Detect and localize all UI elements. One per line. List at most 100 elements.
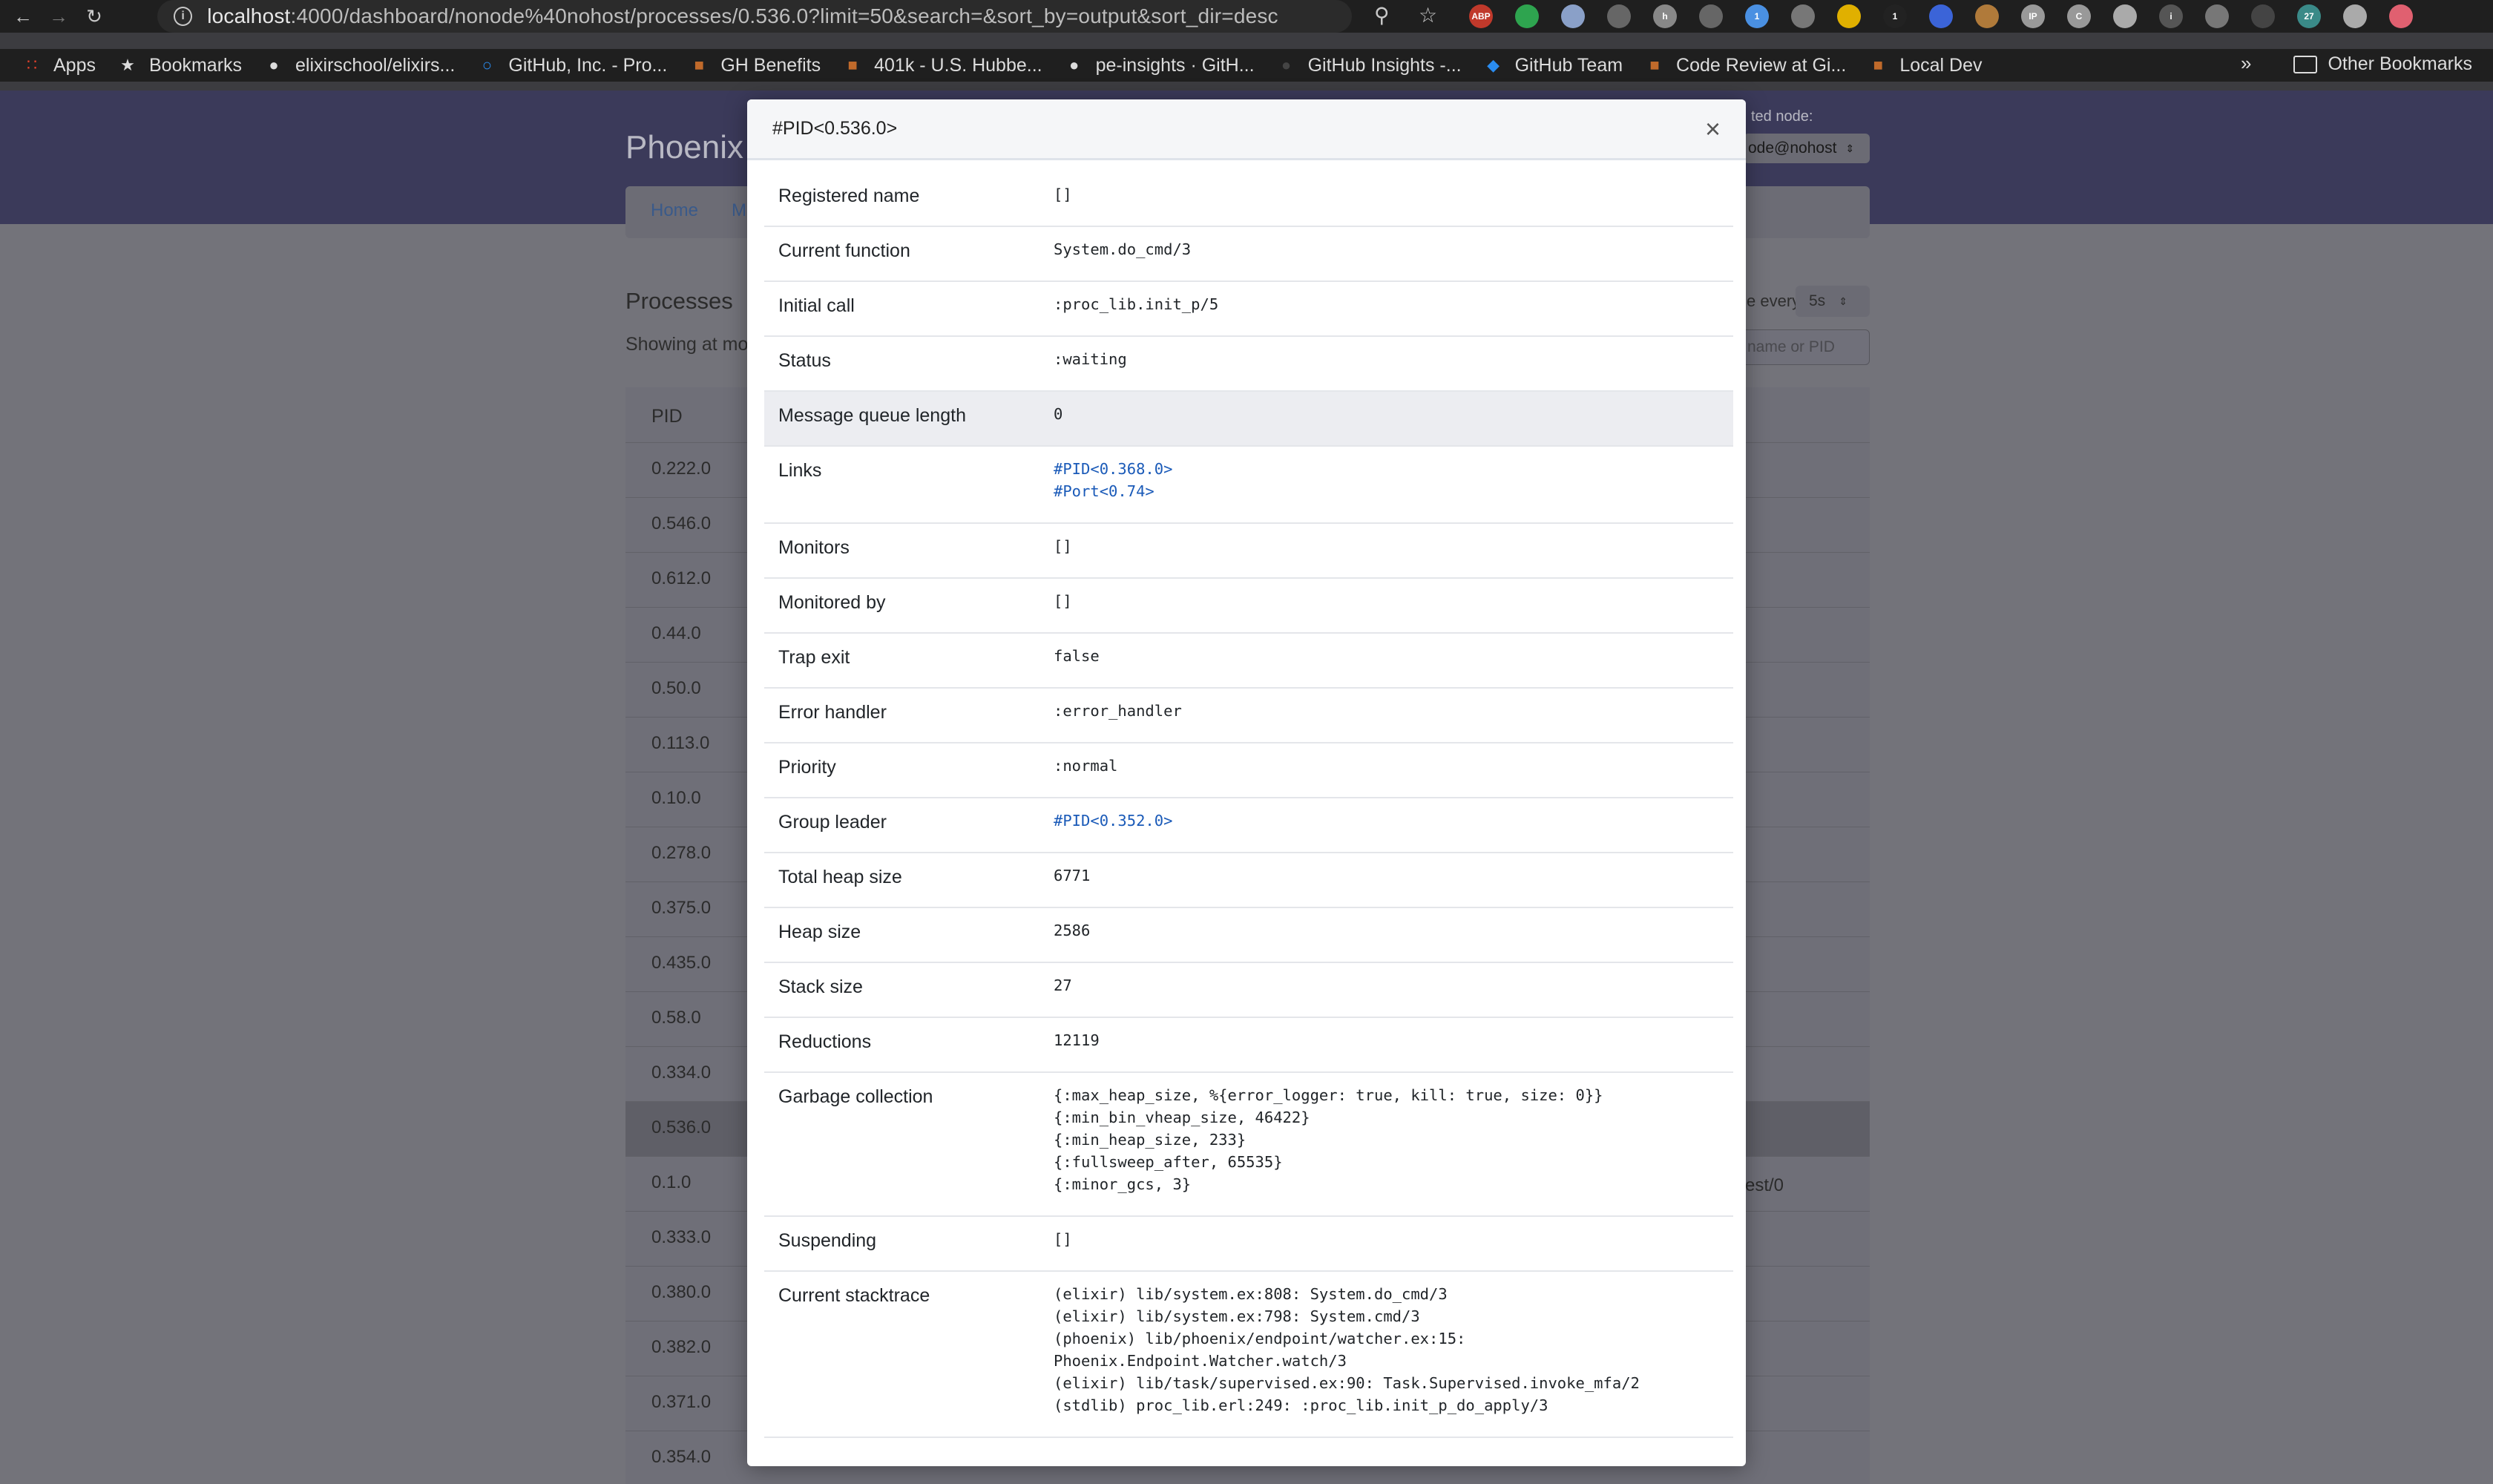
pid-column-header[interactable]: PID (651, 406, 683, 427)
info-label: Trap exit (778, 647, 850, 668)
info-value: [] (1054, 592, 1072, 610)
info-label: Suspending (778, 1230, 877, 1251)
site-info-icon[interactable]: i (174, 7, 193, 26)
nav-home-link[interactable]: Home (651, 200, 698, 221)
bookmark-item[interactable]: ∷ Apps (22, 55, 96, 76)
glasses-icon[interactable] (2205, 4, 2229, 28)
pid-cell: 0.222.0 (651, 459, 712, 479)
info-value: (elixir) lib/system.ex:808: System.do_cm… (1054, 1285, 1640, 1414)
info-icon[interactable]: i (2159, 4, 2183, 28)
address-bar[interactable]: i localhost:4000/dashboard/nonode%40noho… (157, 0, 1437, 33)
node-select[interactable]: ode@nohost ⇕ (1744, 134, 1870, 163)
target-icon[interactable] (1607, 4, 1631, 28)
info-value: :waiting (1054, 350, 1127, 368)
h-icon[interactable]: h (1653, 4, 1677, 28)
brand-title[interactable]: Phoenix (625, 129, 743, 166)
process-link[interactable]: #PID<0.352.0> (1054, 810, 1733, 832)
select-arrows-icon: ⇕ (1839, 295, 1847, 307)
modal-header: #PID<0.536.0> × (747, 99, 1746, 160)
bookmark-item[interactable]: ◆ GitHub Team (1484, 55, 1623, 76)
info-label: Stack size (778, 976, 863, 997)
c-icon[interactable]: C (2067, 4, 2091, 28)
other-bookmarks-label: Other Bookmarks (2328, 53, 2472, 74)
github-icon: ● (1281, 56, 1292, 74)
bookmark-item[interactable]: ■ Local Dev (1868, 55, 1983, 76)
star-icon: ★ (120, 56, 135, 74)
bookmark-star-icon[interactable]: ☆ (1419, 3, 1437, 27)
bookmark-label: GH Benefits (720, 54, 821, 76)
info-row: Heap size 2586 (764, 908, 1733, 963)
info-row: Reductions 12119 (764, 1018, 1733, 1073)
close-icon[interactable]: × (1705, 115, 1721, 142)
pid-cell: 0.278.0 (651, 843, 712, 863)
bookmark-item[interactable]: ★ Bookmarks (118, 55, 242, 76)
info-value: [] (1054, 1230, 1072, 1248)
search-input[interactable]: name or PID (1736, 329, 1870, 365)
process-link[interactable]: #PID<0.368.0> (1054, 458, 1733, 480)
chat-icon[interactable]: 1 (1745, 4, 1769, 28)
check-icon[interactable] (1929, 4, 1953, 28)
reload-icon[interactable]: ↻ (82, 4, 107, 29)
update-icon[interactable] (2389, 4, 2413, 28)
bookmark-item[interactable]: ● pe-insights · GitH... (1065, 55, 1255, 76)
process-link[interactable]: #Port<0.74> (1054, 480, 1733, 502)
flag-icon[interactable] (1837, 4, 1861, 28)
ring-icon: ○ (482, 56, 493, 74)
info-value: System.do_cmd/3 (1054, 240, 1192, 258)
info-row: Monitors [] (764, 524, 1733, 579)
info-label: Garbage collection (778, 1086, 933, 1107)
other-bookmarks[interactable]: Other Bookmarks (2293, 53, 2472, 75)
calendar-icon[interactable] (2113, 4, 2137, 28)
green-dot-icon[interactable] (1515, 4, 1539, 28)
info-label: Heap size (778, 922, 861, 942)
info-label: Monitored by (778, 592, 886, 613)
forward-icon[interactable]: → (46, 4, 71, 29)
pid-cell: 0.536.0 (651, 1117, 712, 1137)
info-value: 0 (1054, 405, 1063, 423)
bookmark-item[interactable]: ● elixirschool/elixirs... (264, 55, 455, 76)
refresh-interval-value: 5s (1809, 292, 1826, 309)
bookmarks-overflow-icon[interactable]: » (2241, 52, 2251, 75)
info-value: false (1054, 647, 1100, 665)
abp-icon[interactable]: ABP (1469, 4, 1493, 28)
nav-metrics-link[interactable]: M (732, 200, 746, 221)
pid-cell: 0.1.0 (651, 1172, 692, 1192)
soccer-icon[interactable] (1791, 4, 1815, 28)
info-value: 27 (1054, 976, 1072, 994)
ip-icon[interactable]: IP (2021, 4, 2045, 28)
info-row: Registered name [] (764, 172, 1733, 227)
zoom-search-icon[interactable]: ⚲ (1374, 3, 1390, 27)
info-row: Stack size 27 (764, 963, 1733, 1018)
bookmark-label: GitHub, Inc. - Pro... (508, 54, 668, 76)
a-icon[interactable] (2251, 4, 2275, 28)
owl-icon[interactable] (1561, 4, 1585, 28)
bookmark-item[interactable]: ■ Code Review at Gi... (1645, 55, 1846, 76)
cookie-icon[interactable] (1975, 4, 1999, 28)
folder-icon (2293, 55, 2318, 73)
info-value: {:max_heap_size, %{error_logger: true, k… (1054, 1086, 1603, 1193)
tab-27-icon[interactable]: 27 (2297, 4, 2321, 28)
node-select-value: ode@nohost (1748, 139, 1837, 157)
info-value: [] (1054, 537, 1072, 555)
info-label: Error handler (778, 702, 887, 723)
onepassword-icon[interactable]: 1 (1883, 4, 1907, 28)
bookmark-item[interactable]: ■ 401k - U.S. Hubbe... (843, 55, 1042, 76)
avatar-icon[interactable] (2343, 4, 2367, 28)
bookmarks-bar: » Other Bookmarks ∷ Apps ★ Bookmarks ● elixir… (0, 49, 2493, 82)
bookmark-item[interactable]: ■ GH Benefits (689, 55, 821, 76)
refresh-interval-select[interactable]: 5s ⇕ (1796, 286, 1870, 317)
back-icon[interactable]: ← (10, 4, 36, 29)
folder-badge-icon: ■ (847, 56, 858, 74)
apps-grid-icon: ∷ (27, 56, 37, 74)
info-row: Suspending [] (764, 1217, 1733, 1272)
info-row: Error handler:error_handler (764, 689, 1733, 743)
react-icon[interactable] (1699, 4, 1723, 28)
url-text[interactable]: localhost:4000/dashboard/nonode%40nohost… (207, 4, 1352, 28)
info-row: Priority :normal (764, 743, 1733, 798)
info-row: Links #PID<0.368.0> #Port<0.74> (764, 447, 1733, 524)
info-value: :normal (1054, 757, 1118, 775)
info-label: Priority (778, 757, 836, 778)
bookmark-item[interactable]: ● GitHub Insights -... (1277, 55, 1462, 76)
bookmark-label: 401k - U.S. Hubbe... (874, 54, 1042, 76)
bookmark-item[interactable]: ○ GitHub, Inc. - Pro... (477, 54, 668, 76)
